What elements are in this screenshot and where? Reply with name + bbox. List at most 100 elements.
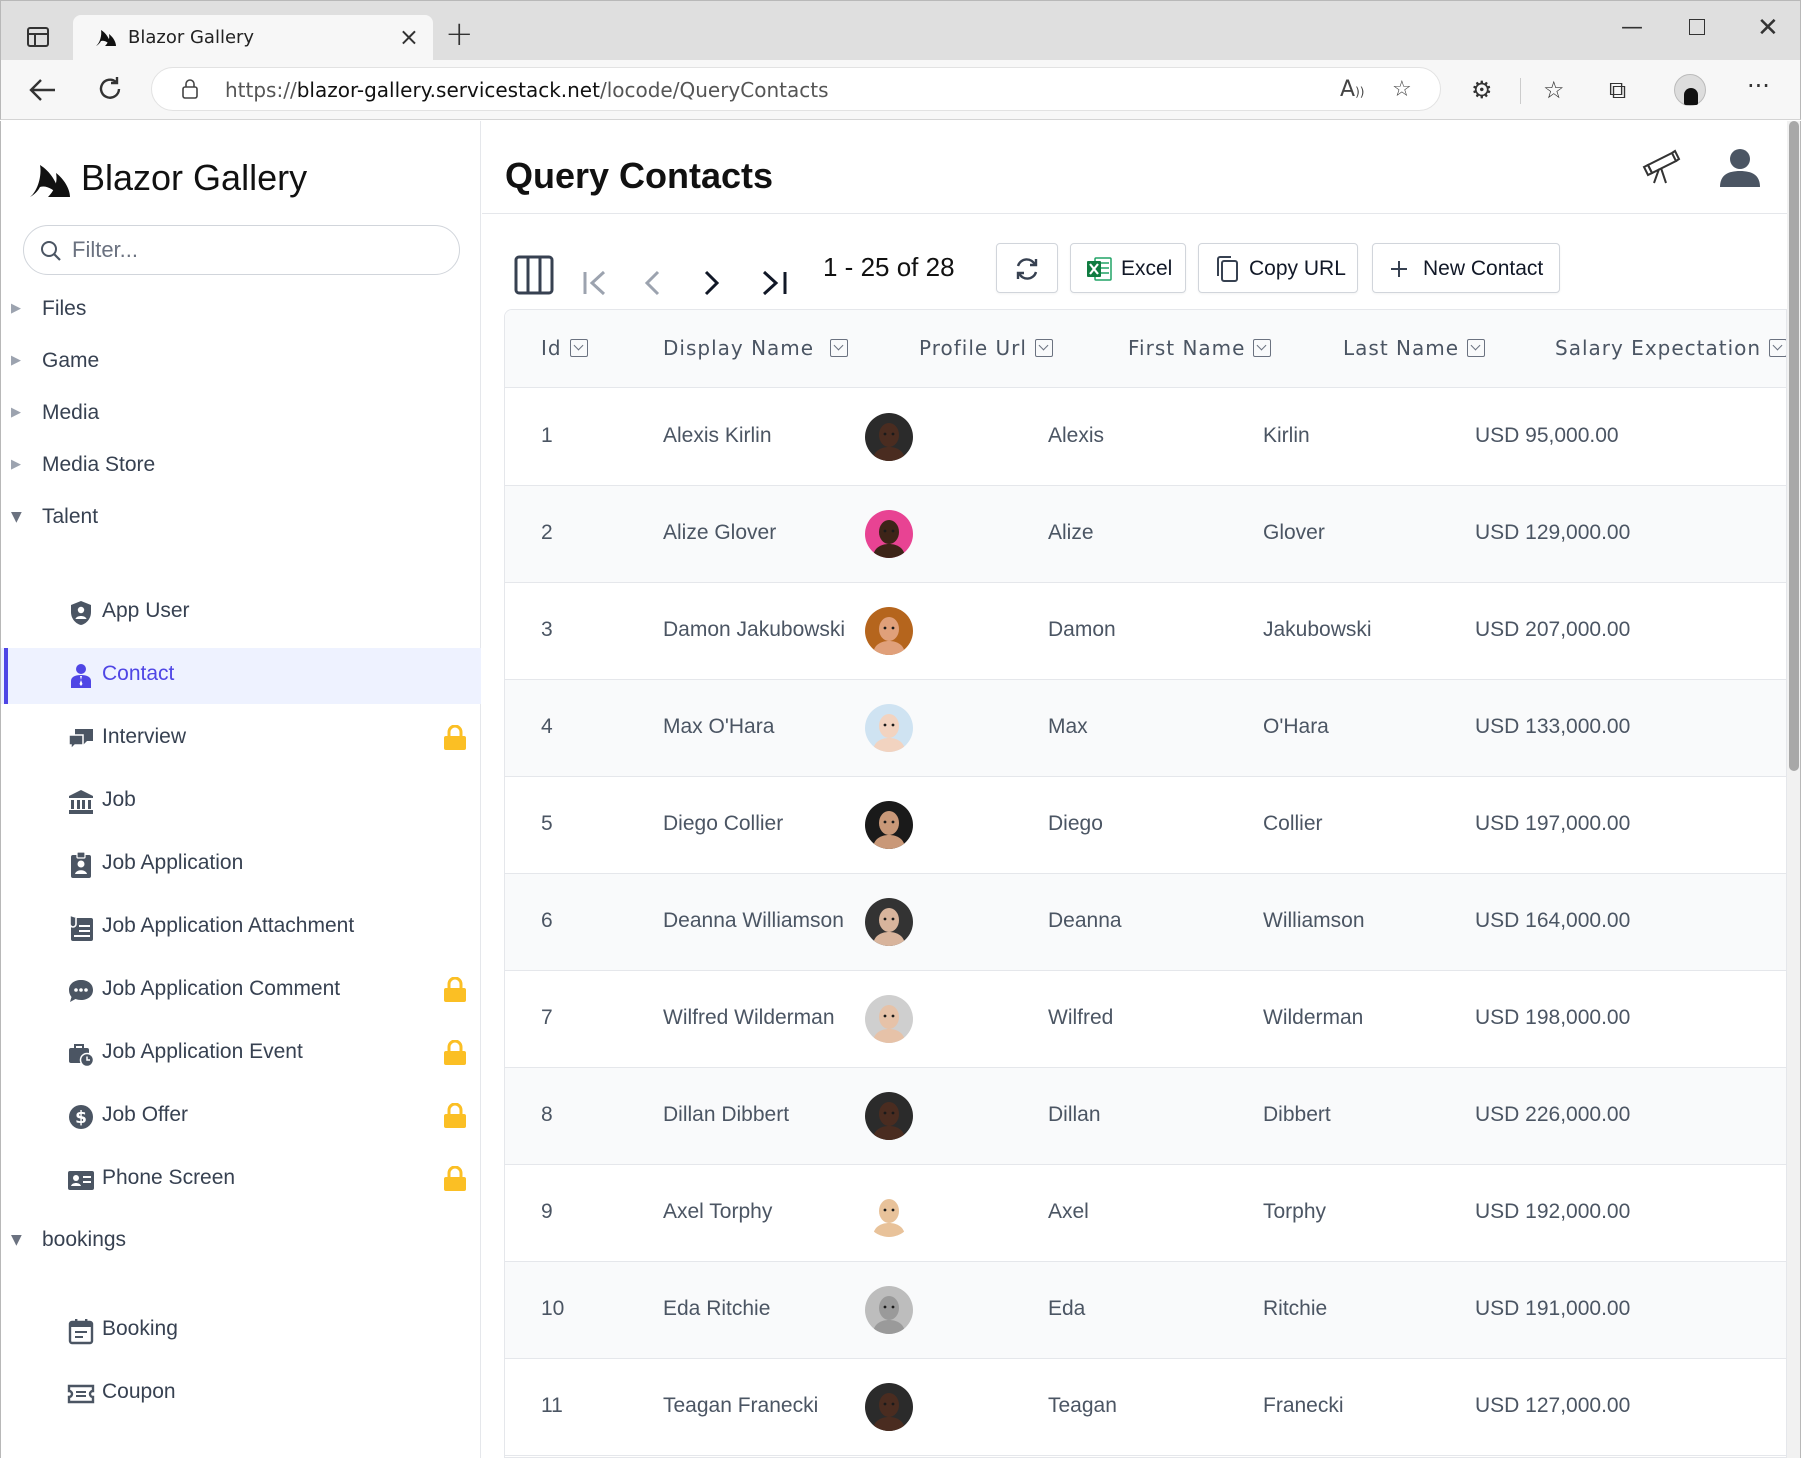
column-header-profile-url[interactable]: Profile Url — [919, 336, 1053, 360]
cell-first-name: Alize — [1048, 521, 1094, 544]
chat-bubbles-icon — [68, 729, 93, 751]
sidebar-item-coupon[interactable]: Coupon — [1, 1366, 481, 1422]
first-page-icon[interactable] — [582, 257, 610, 309]
table-row[interactable]: 10 Eda Ritchie Eda Ritchie USD 191,000.00 — [505, 1262, 1786, 1359]
sidebar-group-game[interactable]: ▶ Game — [1, 343, 481, 383]
filter-dropdown-icon[interactable] — [1253, 339, 1272, 357]
sidebar-group-talent[interactable]: ▼ Talent — [1, 499, 481, 539]
new-contact-label: New Contact — [1423, 257, 1544, 280]
cell-id: 9 — [541, 1200, 553, 1223]
cell-display-name: Eda Ritchie — [663, 1297, 771, 1320]
column-header-salary-expectation[interactable]: Salary Expectation — [1555, 336, 1786, 360]
minimize-icon[interactable]: — — [1621, 15, 1643, 40]
cell-display-name: Axel Torphy — [663, 1200, 773, 1223]
sidebar-group-bookings[interactable]: ▼ bookings — [1, 1222, 481, 1262]
cell-salary-expectation: USD 207,000.00 — [1475, 618, 1631, 641]
main-content: Query Contacts 1 - 25 of 28 Excel Copy U… — [482, 121, 1787, 1458]
table-row[interactable]: 6 Deanna Williamson Deanna Williamson USD 16… — [505, 874, 1786, 971]
attachment-list-icon — [69, 916, 93, 941]
last-page-icon[interactable] — [760, 257, 790, 309]
lock-icon[interactable] — [182, 79, 198, 99]
add-favorite-icon[interactable]: ☆ — [1392, 77, 1412, 102]
table-row[interactable]: 1 Alexis Kirlin Alexis Kirlin USD 95,000.00 — [505, 389, 1786, 486]
favorites-icon[interactable]: ☆ — [1543, 76, 1565, 104]
column-header-last-name[interactable]: Last Name — [1343, 336, 1486, 360]
sidebar-group-media[interactable]: ▶ Media — [1, 395, 481, 435]
column-header-id[interactable]: Id — [541, 336, 588, 360]
sidebar-item-job-application-event[interactable]: Job Application Event — [1, 1026, 481, 1082]
sidebar-item-job-application[interactable]: Job Application — [1, 837, 481, 893]
scrollbar-thumb[interactable] — [1789, 121, 1799, 771]
cell-id: 8 — [541, 1103, 553, 1126]
sidebar-item-job-application-comment[interactable]: Job Application Comment — [1, 963, 481, 1019]
column-header-display-name[interactable]: Display Name — [663, 336, 849, 360]
new-contact-button[interactable]: New Contact — [1372, 243, 1560, 293]
table-row[interactable]: 5 Diego Collier Diego Collier USD 197,000.00 — [505, 777, 1786, 874]
table-row[interactable]: 3 Damon Jakubowski Damon Jakubowski USD 207,… — [505, 583, 1786, 680]
shield-user-icon — [71, 601, 91, 625]
page-scrollbar[interactable] — [1787, 121, 1801, 1458]
user-avatar-icon[interactable] — [1718, 145, 1762, 189]
plus-icon[interactable]: + — [445, 17, 474, 51]
next-page-icon[interactable] — [702, 257, 722, 309]
filter-dropdown-icon[interactable] — [830, 339, 849, 357]
refresh-button[interactable] — [996, 243, 1058, 293]
refresh-icon[interactable] — [97, 76, 123, 102]
profile-avatar — [865, 1189, 913, 1237]
table-row[interactable]: 9 Axel Torphy Axel Torphy USD 192,000.00 — [505, 1165, 1786, 1262]
sidebar-group-files[interactable]: ▶ Files — [1, 291, 481, 331]
filter-dropdown-icon[interactable] — [1034, 339, 1053, 357]
cell-first-name: Dillan — [1048, 1103, 1101, 1126]
column-header-first-name[interactable]: First Name — [1128, 336, 1272, 360]
contact-card-icon — [68, 1171, 94, 1190]
copy-url-button[interactable]: Copy URL — [1198, 243, 1358, 293]
sidebar-group-label: Media Store — [42, 453, 156, 476]
sidebar-item-phone-screen[interactable]: Phone Screen — [1, 1152, 481, 1208]
telescope-icon[interactable] — [1642, 149, 1682, 185]
sidebar-item-job-offer[interactable]: $ Job Offer — [1, 1089, 481, 1145]
sidebar-item-contact[interactable]: Contact — [1, 648, 481, 704]
close-icon[interactable]: × — [399, 23, 419, 51]
maximize-icon[interactable] — [1689, 19, 1705, 35]
browser-tab[interactable]: Blazor Gallery × — [73, 15, 433, 61]
filter-input[interactable] — [72, 234, 442, 266]
sidebar-group-label: bookings — [42, 1228, 127, 1251]
sidebar-item-job-application-attachment[interactable]: Job Application Attachment — [1, 900, 481, 956]
sidebar-item-job[interactable]: Job — [1, 774, 481, 830]
table-row[interactable]: 7 Wilfred Wilderman Wilfred Wilderman USD 19… — [505, 971, 1786, 1068]
close-window-icon[interactable]: ✕ — [1757, 13, 1779, 43]
more-icon[interactable]: ··· — [1747, 72, 1770, 100]
back-icon[interactable] — [29, 78, 57, 102]
profile-icon[interactable] — [1674, 74, 1706, 106]
excel-button[interactable]: Excel — [1070, 243, 1186, 293]
filter-dropdown-icon[interactable] — [1467, 339, 1486, 357]
briefcase-clock-icon — [69, 1044, 95, 1068]
sidebar-item-booking[interactable]: Booking — [1, 1303, 481, 1359]
cell-last-name: Jakubowski — [1263, 618, 1372, 641]
sidebar-item-app-user[interactable]: App User — [1, 585, 481, 641]
collections-icon[interactable]: ⧉ — [1609, 76, 1626, 104]
sidebar-item-interview[interactable]: Interview — [1, 711, 481, 767]
filter-dropdown-icon[interactable] — [1769, 339, 1786, 357]
filter-dropdown-icon[interactable] — [569, 339, 588, 357]
browser-titlebar: Blazor Gallery × + — ✕ — [0, 0, 1801, 61]
extensions-icon[interactable]: ⚙ — [1471, 76, 1493, 104]
address-bar[interactable]: https://blazor-gallery.servicestack.net/… — [151, 67, 1441, 111]
table-row[interactable]: 4 Max O'Hara Max O'Hara USD 133,000.00 — [505, 680, 1786, 777]
excel-icon — [1087, 257, 1112, 281]
bank-icon — [69, 790, 93, 814]
read-aloud-icon[interactable]: A)) — [1340, 77, 1364, 102]
columns-icon[interactable] — [514, 249, 554, 301]
page-title: Query Contacts — [505, 155, 774, 196]
filter-field[interactable] — [23, 225, 460, 275]
tab-actions-icon[interactable] — [27, 27, 49, 47]
sidebar-item-label: App User — [102, 599, 190, 622]
sidebar-group-media-store[interactable]: ▶ Media Store — [1, 447, 481, 487]
table-row[interactable]: 2 Alize Glover Alize Glover USD 129,000.00 — [505, 486, 1786, 583]
table-row[interactable]: 11 Teagan Franecki Teagan Franecki USD 127,0… — [505, 1359, 1786, 1456]
cell-display-name: Alize Glover — [663, 521, 777, 544]
previous-page-icon[interactable] — [642, 257, 662, 309]
table-row[interactable]: 8 Dillan Dibbert Dillan Dibbert USD 226,000.… — [505, 1068, 1786, 1165]
cell-id: 4 — [541, 715, 553, 738]
comment-icon — [69, 980, 93, 1002]
